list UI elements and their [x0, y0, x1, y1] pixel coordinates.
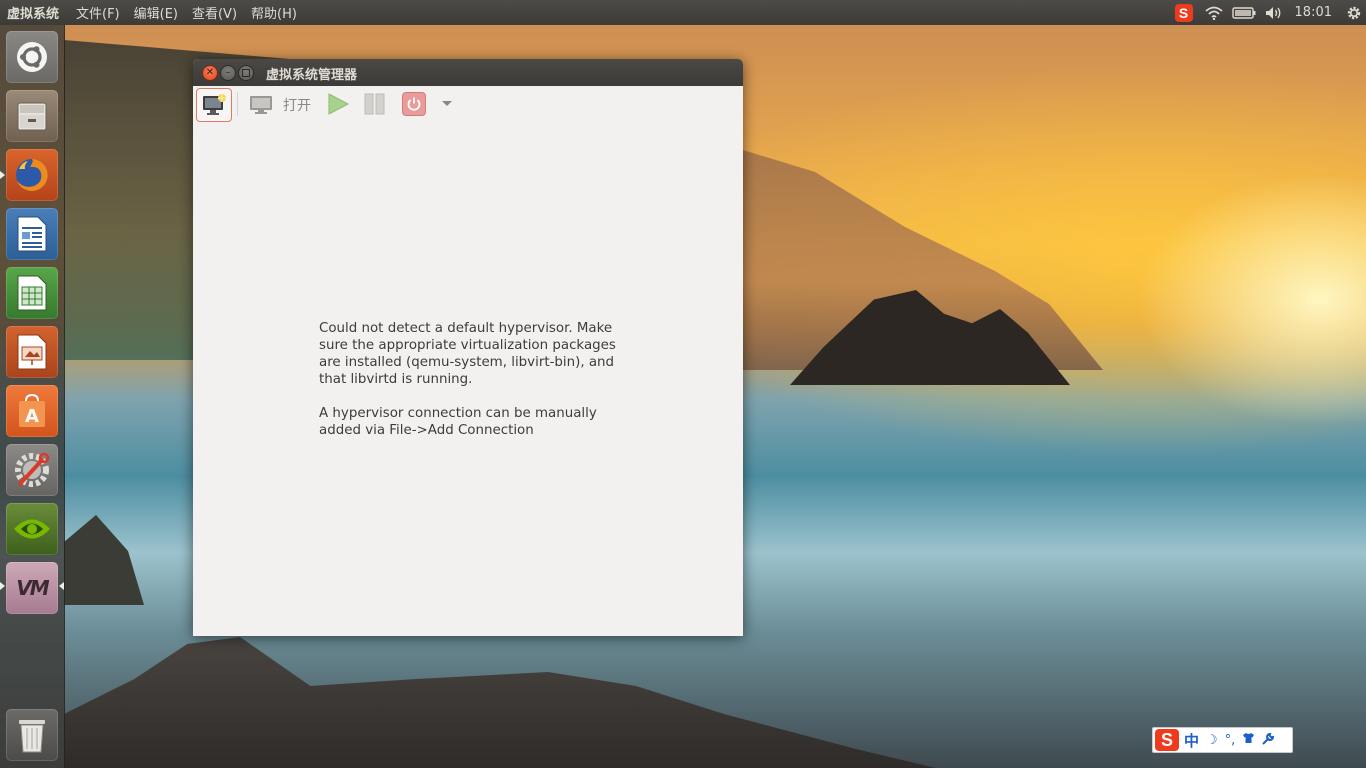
launcher-trash[interactable] — [6, 709, 58, 761]
active-app-title: 虚拟系统 — [7, 7, 60, 22]
ime-chinese-mode[interactable]: 中 — [1184, 730, 1199, 751]
menu-help[interactable]: 帮助(H) — [244, 3, 304, 22]
launcher: A VM — [0, 25, 65, 768]
virt-manager-icon: VM — [16, 576, 49, 600]
gear-icon — [1347, 6, 1361, 19]
sogou-logo-icon[interactable]: S — [1155, 729, 1179, 751]
window-maximize-button[interactable] — [238, 65, 254, 81]
wifi-icon — [1204, 6, 1223, 20]
window-close-button[interactable]: ✕ — [202, 65, 218, 81]
monitor-icon — [250, 96, 272, 114]
virt-manager-window: ✕ – 虚拟系统管理器 打开 Could not detect a defaul… — [193, 59, 743, 636]
shutdown-dropdown-arrow-icon[interactable] — [442, 101, 452, 106]
settings-gear-wrench-icon — [15, 452, 50, 487]
shopping-bag-icon: A — [19, 393, 45, 427]
wrench-icon[interactable] — [1262, 732, 1275, 749]
menu-view[interactable]: 查看(V) — [185, 3, 244, 22]
minimize-icon: – — [225, 67, 231, 78]
tray-sogou-ime[interactable]: S — [1169, 0, 1199, 25]
moon-icon[interactable]: ☽ — [1206, 733, 1218, 748]
launcher-virt-manager[interactable]: VM — [6, 562, 58, 614]
tray-battery[interactable] — [1229, 0, 1259, 25]
firefox-icon — [16, 159, 48, 191]
launcher-software-center[interactable]: A — [6, 385, 58, 437]
shirt-icon[interactable] — [1242, 732, 1255, 748]
launcher-libreoffice-writer[interactable] — [6, 208, 58, 260]
running-indicator — [0, 171, 5, 179]
tray-network[interactable] — [1199, 0, 1229, 25]
new-vm-button[interactable] — [196, 88, 232, 122]
file-cabinet-icon — [17, 102, 47, 131]
no-hypervisor-message: Could not detect a default hypervisor. M… — [319, 320, 639, 456]
tray-session[interactable] — [1342, 0, 1366, 25]
window-minimize-button[interactable]: – — [220, 65, 236, 81]
window-title: 虚拟系统管理器 — [266, 68, 358, 83]
window-titlebar[interactable]: ✕ – 虚拟系统管理器 — [193, 59, 743, 86]
new-vm-monitor-icon — [203, 94, 226, 115]
message-paragraph: A hypervisor connection can be manually … — [319, 406, 597, 438]
trash-icon — [19, 720, 45, 753]
maximize-icon — [242, 69, 250, 77]
message-paragraph: Could not detect a default hypervisor. M… — [319, 321, 616, 387]
open-button[interactable]: 打开 — [249, 92, 311, 118]
clock[interactable]: 18:01 — [1289, 5, 1342, 20]
launcher-ubuntu-dash[interactable] — [6, 31, 58, 83]
running-indicator — [0, 582, 5, 590]
play-icon — [328, 93, 350, 115]
menu-file[interactable]: 文件(F) — [69, 3, 127, 22]
launcher-libreoffice-calc[interactable] — [6, 267, 58, 319]
shutdown-button[interactable] — [402, 92, 426, 116]
punctuation-icon[interactable]: °, — [1225, 733, 1236, 748]
volume-icon — [1265, 6, 1280, 19]
launcher-files[interactable] — [6, 90, 58, 142]
sogou-icon: S — [1174, 3, 1193, 22]
launcher-firefox[interactable] — [6, 149, 58, 201]
pause-icon — [364, 93, 385, 115]
impress-presentation-icon — [17, 334, 47, 370]
writer-document-icon — [17, 216, 47, 252]
top-panel: 虚拟系统 文件(F) 编辑(E) 查看(V) 帮助(H) S 18:01 — [0, 0, 1366, 25]
open-button-label: 打开 — [283, 98, 311, 114]
nvidia-eye-icon — [14, 519, 50, 539]
battery-icon — [1231, 6, 1256, 19]
run-button[interactable] — [326, 93, 350, 119]
menu-edit[interactable]: 编辑(E) — [127, 3, 185, 22]
calc-spreadsheet-icon — [17, 275, 47, 311]
power-icon — [407, 97, 421, 111]
ubuntu-logo-icon — [17, 42, 47, 72]
ime-status-bar[interactable]: S 中 ☽ °, — [1152, 727, 1293, 753]
svg-text:A: A — [25, 406, 39, 427]
pause-button[interactable] — [364, 93, 386, 119]
close-icon: ✕ — [205, 67, 215, 78]
launcher-system-settings[interactable] — [6, 444, 58, 496]
focused-indicator — [59, 582, 64, 590]
tray-volume[interactable] — [1259, 0, 1289, 25]
launcher-libreoffice-impress[interactable] — [6, 326, 58, 378]
toolbar-separator — [237, 92, 238, 116]
launcher-nvidia-settings[interactable] — [6, 503, 58, 555]
main-toolbar: 打开 — [193, 86, 743, 124]
